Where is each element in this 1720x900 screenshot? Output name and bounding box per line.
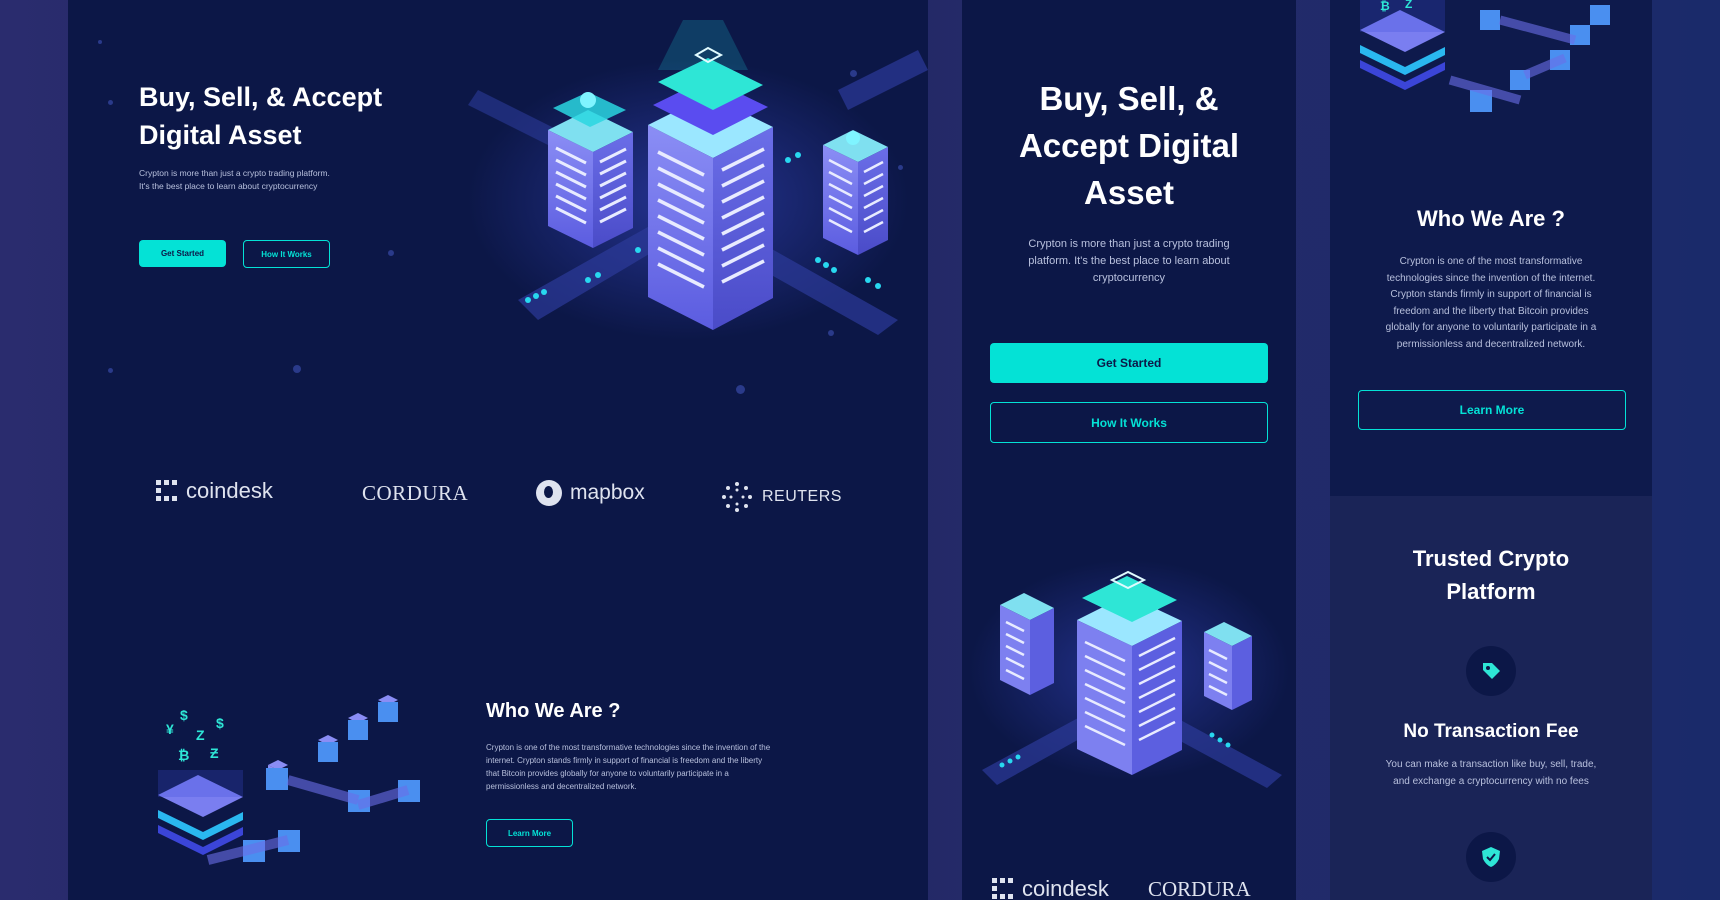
- coindesk-icon: [992, 878, 1014, 900]
- hero-subtitle: Crypton is more than just a crypto tradi…: [139, 168, 330, 191]
- svg-text:₿: ₿: [178, 747, 189, 763]
- star-dot: [108, 368, 113, 373]
- no-transaction-fee-title: No Transaction Fee: [1403, 721, 1579, 742]
- cordura-logo: CORDURA: [362, 481, 468, 506]
- reuters-logo: REUTERS: [720, 480, 842, 514]
- mobile-get-started-button[interactable]: Get Started: [990, 343, 1268, 383]
- svg-text:Ƶ: Ƶ: [210, 745, 219, 761]
- coindesk-icon: [156, 480, 178, 502]
- logo-text: coindesk: [1022, 876, 1109, 900]
- mobile-who-we-are-title: Who We Are ?: [1417, 206, 1565, 231]
- mapbox-icon: [536, 480, 562, 506]
- svg-text:₿: ₿: [1380, 0, 1390, 13]
- no-transaction-fee-text: You can make a transaction like buy, sel…: [1385, 759, 1597, 787]
- mobile-cordura-logo: CORDURA: [1148, 877, 1251, 900]
- logo-text: mapbox: [570, 481, 645, 504]
- mobile-server-illustration: [969, 560, 1289, 788]
- logo-text: coindesk: [186, 478, 273, 503]
- mobile-learn-more-button[interactable]: Learn More: [1358, 390, 1626, 430]
- logo-text: CORDURA: [362, 481, 469, 505]
- learn-more-button[interactable]: Learn More: [486, 819, 573, 847]
- how-it-works-button[interactable]: How It Works: [243, 240, 330, 268]
- blockchain-illustration: ¥ $ Z $ ₿ Ƶ: [158, 695, 420, 865]
- svg-text:¥: ¥: [166, 721, 174, 737]
- star-dot: [293, 365, 301, 373]
- tag-icon: [1466, 646, 1516, 696]
- desktop-landing-page: Buy, Sell, & Accept Digital Asset Crypto…: [68, 0, 928, 900]
- mapbox-logo: mapbox: [536, 480, 645, 506]
- get-started-button[interactable]: Get Started: [139, 240, 226, 267]
- mobile-hero-subtitle: Crypton is more than just a crypto tradi…: [1028, 238, 1230, 284]
- crypto-server-illustration: [468, 20, 928, 340]
- reuters-icon: [720, 480, 754, 514]
- svg-text:$: $: [216, 715, 224, 731]
- star-dot: [98, 40, 102, 44]
- svg-text:$: $: [180, 707, 188, 723]
- who-we-are-title: Who We Are ?: [486, 700, 621, 722]
- star-dot: [388, 250, 394, 256]
- mobile-landing-page: Buy, Sell, & Accept Digital Asset Crypto…: [962, 0, 1296, 900]
- svg-text:Z: Z: [196, 727, 205, 743]
- mobile-how-it-works-button[interactable]: How It Works: [990, 402, 1268, 443]
- mobile-coindesk-logo: coindesk: [992, 876, 1109, 900]
- trusted-platform-section: Trusted Crypto Platform No Transaction F…: [1330, 496, 1652, 900]
- mobile-blockchain-illustration: ₿ Z: [1360, 0, 1610, 112]
- logo-text: CORDURA: [1148, 877, 1251, 900]
- coindesk-logo: coindesk: [156, 478, 273, 504]
- mobile-about-page: ₿ Z Who We Are ? Crypton is one of the mo…: [1330, 0, 1652, 900]
- mobile-hero-title: Buy, Sell, & Accept Digital Asset: [1018, 80, 1240, 211]
- mobile-who-we-are-text: Crypton is one of the most transformativ…: [1385, 256, 1597, 350]
- hero-title: Buy, Sell, & Accept Digital Asset: [139, 82, 383, 150]
- trusted-platform-title: Trusted Crypto Platform: [1412, 546, 1570, 604]
- star-dot: [108, 100, 113, 105]
- svg-text:Z: Z: [1405, 0, 1412, 11]
- shield-check-icon: [1466, 832, 1516, 882]
- who-we-are-text: Crypton is one of the most transformativ…: [486, 743, 771, 791]
- logo-text: REUTERS: [762, 488, 842, 505]
- star-dot: [736, 385, 745, 394]
